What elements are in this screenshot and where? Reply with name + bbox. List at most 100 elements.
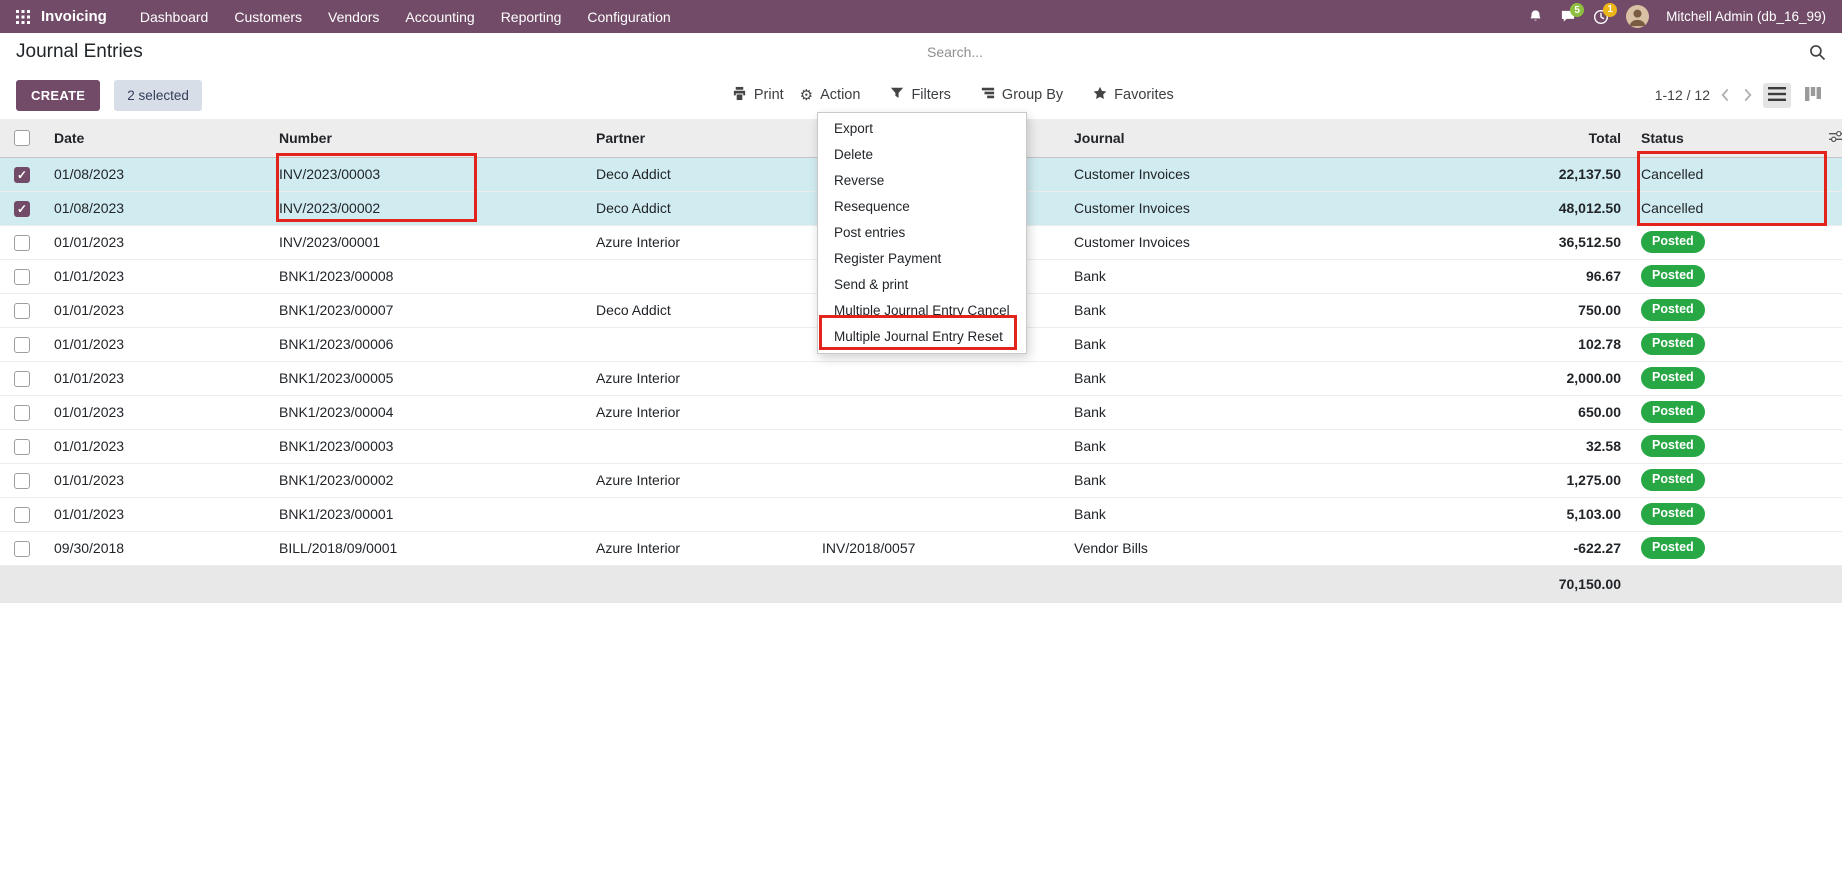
action-menu-item-resequence[interactable]: Resequence: [818, 194, 1026, 220]
cell-journal: Customer Invoices: [1064, 225, 1368, 259]
row-checkbox-cell: [0, 327, 44, 361]
cell-status: Cancelled: [1631, 191, 1819, 225]
table-row[interactable]: 09/30/2018BILL/2018/09/0001Azure Interio…: [0, 531, 1842, 565]
row-checkbox[interactable]: [14, 405, 30, 421]
row-checkbox[interactable]: [14, 201, 30, 217]
cell-trailing: [1819, 293, 1842, 327]
cell-total: 5,103.00: [1368, 497, 1631, 531]
row-checkbox[interactable]: [14, 541, 30, 557]
action-menu-item-send-print[interactable]: Send & print: [818, 272, 1026, 298]
pager-next-button[interactable]: [1741, 88, 1754, 102]
cell-date: 01/01/2023: [44, 463, 269, 497]
cell-reference: [812, 361, 1064, 395]
selected-count-badge[interactable]: 2 selected: [114, 80, 202, 111]
cell-partner: Azure Interior: [586, 531, 812, 565]
group-by-button[interactable]: Group By: [981, 86, 1063, 104]
row-checkbox[interactable]: [14, 439, 30, 455]
search-input[interactable]: [911, 44, 1801, 60]
group-by-label: Group By: [1002, 87, 1063, 103]
cell-status: Posted: [1631, 259, 1819, 293]
nav-item-vendors[interactable]: Vendors: [315, 0, 392, 33]
cell-journal: Bank: [1064, 327, 1368, 361]
print-label: Print: [754, 87, 784, 103]
table-row[interactable]: 01/01/2023BNK1/2023/00001Bank5,103.00Pos…: [0, 497, 1842, 531]
table-row[interactable]: 01/01/2023BNK1/2023/00002Azure InteriorB…: [0, 463, 1842, 497]
status-badge-posted: Posted: [1641, 503, 1705, 525]
invoicing-app: Invoicing DashboardCustomersVendorsAccou…: [0, 0, 1842, 881]
action-menu-item-post-entries[interactable]: Post entries: [818, 220, 1026, 246]
notifications-bell-icon[interactable]: [1528, 9, 1543, 24]
kanban-view-button[interactable]: [1800, 83, 1826, 108]
nav-item-customers[interactable]: Customers: [221, 0, 315, 33]
cell-partner: Azure Interior: [586, 395, 812, 429]
cell-journal: Bank: [1064, 463, 1368, 497]
action-menu-item-delete[interactable]: Delete: [818, 142, 1026, 168]
cell-trailing: [1819, 361, 1842, 395]
row-checkbox[interactable]: [14, 269, 30, 285]
cell-journal: Customer Invoices: [1064, 157, 1368, 191]
cell-journal: Bank: [1064, 429, 1368, 463]
select-all-header-cell: [0, 119, 44, 157]
app-brand[interactable]: Invoicing: [41, 8, 107, 25]
column-header-partner[interactable]: Partner: [586, 119, 812, 157]
pager-range: 1-12 / 12: [1655, 87, 1710, 103]
action-menu-item-register-payment[interactable]: Register Payment: [818, 246, 1026, 272]
filters-button[interactable]: Filters: [890, 86, 950, 104]
cell-reference: INV/2018/0057: [812, 531, 1064, 565]
table-row[interactable]: 01/01/2023BNK1/2023/00004Azure InteriorB…: [0, 395, 1842, 429]
cell-trailing: [1819, 531, 1842, 565]
nav-item-reporting[interactable]: Reporting: [488, 0, 575, 33]
create-button[interactable]: CREATE: [16, 80, 100, 111]
row-checkbox[interactable]: [14, 337, 30, 353]
action-menu-item-multiple-journal-entry-reset[interactable]: Multiple Journal Entry Reset: [818, 324, 1026, 350]
messages-chat-icon[interactable]: 5: [1560, 9, 1576, 24]
table-row[interactable]: 01/01/2023BNK1/2023/00005Azure InteriorB…: [0, 361, 1842, 395]
status-badge-posted: Posted: [1641, 265, 1705, 287]
cell-partner: Deco Addict: [586, 293, 812, 327]
list-view-button[interactable]: [1763, 83, 1791, 108]
nav-item-configuration[interactable]: Configuration: [574, 0, 683, 33]
pager-previous-button[interactable]: [1719, 88, 1732, 102]
cell-date: 09/30/2018: [44, 531, 269, 565]
apps-grid-icon[interactable]: [16, 10, 30, 24]
footer-total: 70,150.00: [1368, 565, 1631, 603]
action-button[interactable]: ⚙ Action: [800, 87, 861, 103]
row-checkbox[interactable]: [14, 473, 30, 489]
row-checkbox[interactable]: [14, 371, 30, 387]
cell-partner: Azure Interior: [586, 225, 812, 259]
status-badge-posted: Posted: [1641, 333, 1705, 355]
activities-clock-icon[interactable]: 1: [1593, 9, 1609, 25]
column-header-journal[interactable]: Journal: [1064, 119, 1368, 157]
nav-item-dashboard[interactable]: Dashboard: [127, 0, 222, 33]
search-icon[interactable]: [1809, 44, 1826, 61]
column-header-status[interactable]: Status: [1631, 119, 1819, 157]
user-name[interactable]: Mitchell Admin (db_16_99): [1666, 9, 1826, 24]
nav-item-accounting[interactable]: Accounting: [392, 0, 487, 33]
select-all-checkbox[interactable]: [14, 130, 30, 146]
column-header-total[interactable]: Total: [1368, 119, 1631, 157]
top-navbar: Invoicing DashboardCustomersVendorsAccou…: [0, 0, 1842, 33]
print-button[interactable]: Print: [732, 86, 784, 105]
status-badge-posted: Posted: [1641, 469, 1705, 491]
action-menu-item-export[interactable]: Export: [818, 116, 1026, 142]
row-checkbox[interactable]: [14, 167, 30, 183]
optional-columns-toggle[interactable]: [1819, 119, 1842, 157]
action-menu-item-reverse[interactable]: Reverse: [818, 168, 1026, 194]
column-header-date[interactable]: Date: [44, 119, 269, 157]
pager: 1-12 / 12: [1655, 83, 1826, 108]
table-row[interactable]: 01/01/2023BNK1/2023/00003Bank32.58Posted: [0, 429, 1842, 463]
column-header-number[interactable]: Number: [269, 119, 586, 157]
cell-status: Posted: [1631, 327, 1819, 361]
favorites-button[interactable]: Favorites: [1093, 86, 1174, 104]
cell-number: BNK1/2023/00007: [269, 293, 586, 327]
row-checkbox-cell: [0, 429, 44, 463]
cell-journal: Bank: [1064, 361, 1368, 395]
row-checkbox[interactable]: [14, 507, 30, 523]
cell-trailing: [1819, 259, 1842, 293]
cell-total: 750.00: [1368, 293, 1631, 327]
row-checkbox[interactable]: [14, 235, 30, 251]
action-menu-item-multiple-journal-entry-cancel[interactable]: Multiple Journal Entry Cancel: [818, 298, 1026, 324]
avatar[interactable]: [1626, 5, 1649, 28]
row-checkbox[interactable]: [14, 303, 30, 319]
search-bar: [911, 44, 1826, 61]
